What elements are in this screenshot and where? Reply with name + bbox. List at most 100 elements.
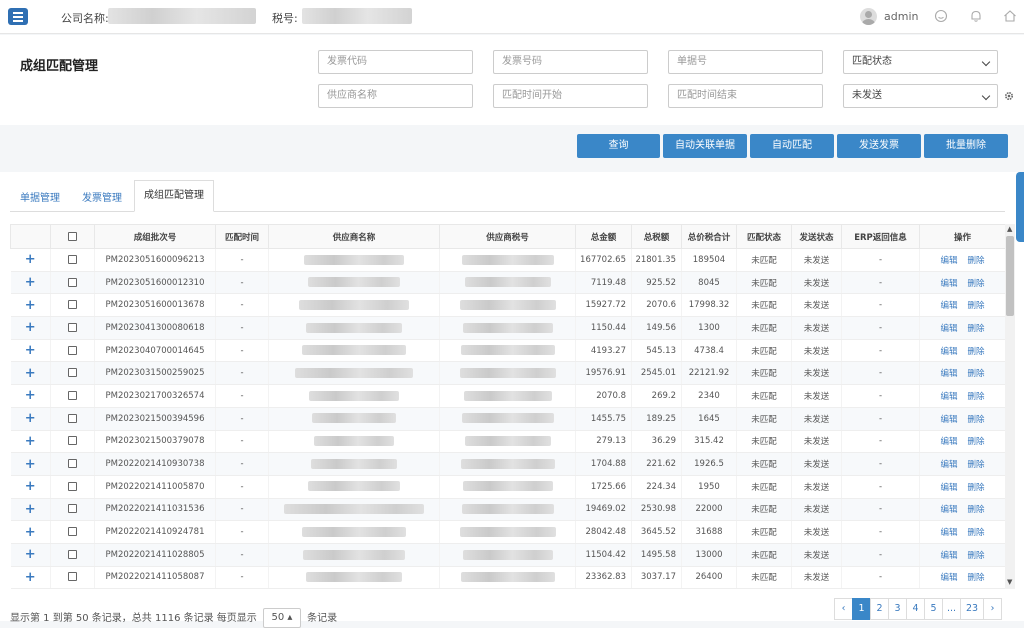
delete-link[interactable]: 删除 — [968, 392, 985, 402]
row-checkbox[interactable] — [50, 293, 95, 318]
expand-row-button[interactable]: + — [10, 430, 51, 454]
scroll-thumb[interactable] — [1006, 236, 1014, 316]
invoice-number-input[interactable]: 发票号码 — [493, 50, 648, 74]
expand-row-button[interactable]: + — [10, 271, 51, 295]
expand-row-button[interactable]: + — [10, 520, 51, 544]
column-header[interactable]: ERP返回信息 — [841, 224, 920, 249]
edit-link[interactable]: 编辑 — [940, 551, 957, 561]
expand-row-button[interactable]: + — [10, 361, 51, 386]
expand-row-button[interactable]: + — [10, 475, 51, 499]
page-button-23[interactable]: 23 — [960, 598, 984, 620]
edit-link[interactable]: 编辑 — [940, 301, 957, 311]
row-checkbox[interactable] — [50, 543, 95, 567]
column-header[interactable]: 匹配状态 — [736, 224, 792, 249]
page-button-2[interactable]: 2 — [870, 598, 889, 620]
prev-page-button[interactable]: ‹ — [834, 598, 853, 620]
row-checkbox[interactable] — [50, 452, 95, 476]
side-panel-handle[interactable] — [1016, 172, 1024, 242]
auto-match-button[interactable]: 自动匹配 — [750, 134, 834, 158]
column-header[interactable]: 匹配时间 — [215, 224, 269, 249]
expand-row-button[interactable]: + — [10, 543, 51, 567]
match-time-start-input[interactable]: 匹配时间开始 — [493, 84, 648, 108]
column-header[interactable]: 总金额 — [575, 224, 632, 249]
delete-link[interactable]: 删除 — [968, 279, 985, 289]
delete-link[interactable]: 删除 — [968, 347, 985, 357]
page-button-1[interactable]: 1 — [852, 598, 871, 620]
edit-link[interactable]: 编辑 — [940, 483, 957, 493]
row-checkbox[interactable] — [50, 407, 95, 431]
row-checkbox[interactable] — [50, 566, 95, 589]
delete-link[interactable]: 删除 — [968, 460, 985, 470]
send-status-select[interactable]: 未发送 — [843, 84, 998, 108]
row-checkbox[interactable] — [50, 248, 95, 272]
scroll-up-arrow-icon[interactable]: ▲ — [1007, 225, 1012, 233]
send-invoice-button[interactable]: 发送发票 — [837, 134, 921, 158]
column-header[interactable]: 成组批次号 — [94, 224, 216, 249]
expand-row-button[interactable]: + — [10, 248, 51, 272]
row-checkbox[interactable] — [50, 498, 95, 522]
row-checkbox[interactable] — [50, 475, 95, 499]
match-time-end-input[interactable]: 匹配时间结束 — [668, 84, 823, 108]
delete-link[interactable]: 删除 — [968, 369, 985, 379]
page-size-select[interactable]: 50 ▴ — [262, 608, 301, 628]
edit-link[interactable]: 编辑 — [940, 437, 957, 447]
table-scrollbar[interactable]: ▲ ▼ — [1005, 224, 1015, 589]
expand-row-button[interactable]: + — [10, 498, 51, 522]
edit-link[interactable]: 编辑 — [940, 505, 957, 515]
auto-link-button[interactable]: 自动关联单据 — [663, 134, 747, 158]
expand-row-button[interactable]: + — [10, 452, 51, 476]
invoice-code-input[interactable]: 发票代码 — [318, 50, 473, 74]
column-header[interactable]: 总税额 — [631, 224, 682, 249]
gear-icon[interactable] — [1004, 91, 1014, 101]
user-avatar[interactable] — [860, 8, 877, 25]
column-header[interactable]: 供应商税号 — [439, 224, 576, 249]
delete-link[interactable]: 删除 — [968, 324, 985, 334]
smiley-icon[interactable] — [934, 9, 948, 23]
edit-link[interactable]: 编辑 — [940, 369, 957, 379]
delete-link[interactable]: 删除 — [968, 483, 985, 493]
username[interactable]: admin — [884, 10, 918, 23]
edit-link[interactable]: 编辑 — [940, 573, 957, 583]
edit-link[interactable]: 编辑 — [940, 347, 957, 357]
menu-toggle-button[interactable] — [8, 8, 28, 25]
supplier-name-input[interactable]: 供应商名称 — [318, 84, 473, 108]
document-number-input[interactable]: 单据号 — [668, 50, 823, 74]
column-header[interactable]: 总价税合计 — [681, 224, 737, 249]
edit-link[interactable]: 编辑 — [940, 279, 957, 289]
expand-row-button[interactable]: + — [10, 407, 51, 431]
bell-icon[interactable] — [969, 9, 983, 23]
delete-link[interactable]: 删除 — [968, 415, 985, 425]
row-checkbox[interactable] — [50, 384, 95, 408]
row-checkbox[interactable] — [50, 316, 95, 340]
page-button-5[interactable]: 5 — [924, 598, 943, 620]
column-header[interactable]: 发送状态 — [791, 224, 842, 249]
delete-link[interactable]: 删除 — [968, 528, 985, 538]
delete-link[interactable]: 删除 — [968, 573, 985, 583]
row-checkbox[interactable] — [50, 361, 95, 386]
next-page-button[interactable]: › — [983, 598, 1002, 620]
query-button[interactable]: 查询 — [577, 134, 660, 158]
batch-delete-button[interactable]: 批量删除 — [924, 134, 1008, 158]
delete-link[interactable]: 删除 — [968, 437, 985, 447]
delete-link[interactable]: 删除 — [968, 301, 985, 311]
row-checkbox[interactable] — [50, 520, 95, 544]
row-checkbox[interactable] — [50, 339, 95, 363]
edit-link[interactable]: 编辑 — [940, 528, 957, 538]
page-button-3[interactable]: 3 — [888, 598, 907, 620]
edit-link[interactable]: 编辑 — [940, 460, 957, 470]
expand-row-button[interactable]: + — [10, 566, 51, 589]
row-checkbox[interactable] — [50, 430, 95, 454]
edit-link[interactable]: 编辑 — [940, 256, 957, 266]
column-header[interactable]: 供应商名称 — [268, 224, 440, 249]
select-all-checkbox[interactable] — [50, 224, 95, 249]
edit-link[interactable]: 编辑 — [940, 415, 957, 425]
tab-invoices[interactable]: 发票管理 — [82, 189, 122, 204]
edit-link[interactable]: 编辑 — [940, 392, 957, 402]
match-status-select[interactable]: 匹配状态 — [843, 50, 998, 74]
expand-row-button[interactable]: + — [10, 316, 51, 340]
tab-group-match[interactable]: 成组匹配管理 — [134, 180, 214, 212]
page-button-4[interactable]: 4 — [906, 598, 925, 620]
scroll-down-arrow-icon[interactable]: ▼ — [1007, 578, 1012, 586]
delete-link[interactable]: 删除 — [968, 551, 985, 561]
tab-documents[interactable]: 单据管理 — [20, 189, 60, 204]
